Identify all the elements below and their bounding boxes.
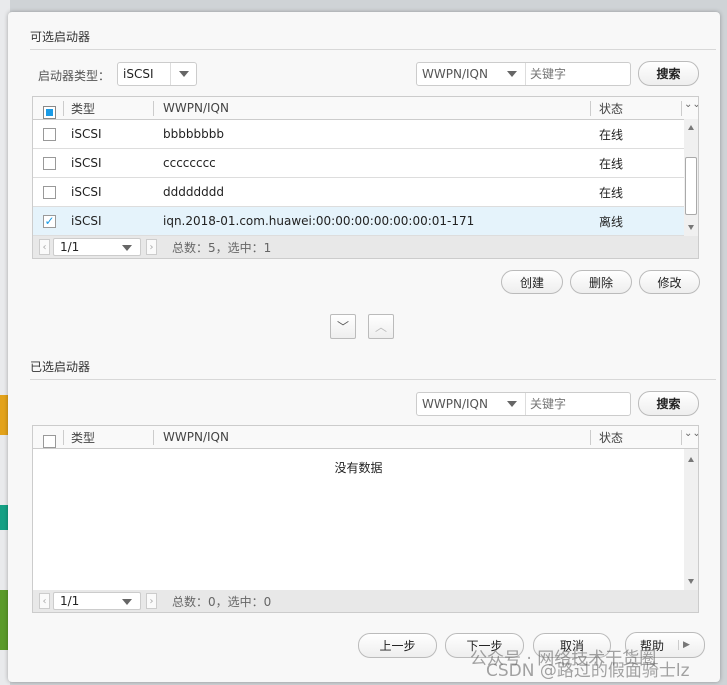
row-checkbox[interactable]: [43, 156, 56, 170]
divider: [30, 49, 716, 50]
vertical-scrollbar[interactable]: [684, 449, 698, 591]
cell-type: iSCSI: [71, 127, 102, 141]
watermark-line2: CSDN @路过的假面骑士lz: [486, 661, 690, 681]
next-page-button[interactable]: ›: [146, 593, 157, 609]
column-header-wwpn[interactable]: WWPN/IQN: [163, 101, 229, 115]
initiator-type-label: 启动器类型：: [38, 69, 111, 83]
table-row[interactable]: iSCSI bbbbbbbb 在线: [33, 120, 698, 149]
column-header-status[interactable]: 状态: [599, 100, 623, 117]
next-page-button[interactable]: ›: [146, 239, 157, 255]
cell-status: 在线: [599, 156, 624, 171]
chevron-up-icon: ︿: [374, 320, 387, 334]
available-search-box[interactable]: WWPN/IQN: [416, 62, 631, 86]
modify-button[interactable]: 修改: [639, 270, 700, 294]
create-button[interactable]: 创建: [501, 270, 563, 294]
available-initiators-table: 类型 WWPN/IQN 状态 ⌄⌄ iSCSI bbbbbbbb 在线 iSCSI c…: [32, 96, 699, 259]
table-row[interactable]: iSCSI cccccccc 在线: [33, 149, 698, 178]
empty-message: 没有数据: [334, 461, 383, 475]
initiator-type-select[interactable]: iSCSI: [117, 62, 197, 86]
prev-page-button[interactable]: ‹: [39, 593, 50, 609]
chevron-down-icon: [507, 401, 517, 407]
select-all-checkbox[interactable]: [43, 434, 56, 448]
page-value: 1/1: [60, 240, 80, 254]
chevron-down-icon: [122, 245, 132, 251]
table-row[interactable]: iSCSI dddddddd 在线: [33, 178, 698, 207]
vertical-scrollbar[interactable]: [684, 119, 698, 236]
scroll-down-icon[interactable]: [688, 225, 694, 230]
delete-button[interactable]: 删除: [570, 270, 632, 294]
page-value: 1/1: [60, 594, 80, 608]
row-checkbox-checked[interactable]: ✓: [43, 214, 56, 228]
selected-search-box[interactable]: WWPN/IQN: [416, 392, 631, 416]
scroll-up-icon[interactable]: [688, 125, 694, 130]
pagination-bar: ‹ 1/1 › 总数：0，选中：0: [33, 590, 698, 612]
chevron-down-icon: [507, 71, 517, 77]
selected-initiators-title: 已选启动器: [30, 360, 91, 374]
cell-status: 离线: [599, 214, 624, 229]
column-header-wwpn[interactable]: WWPN/IQN: [163, 430, 229, 444]
available-initiators-title: 可选启动器: [30, 30, 91, 44]
column-chooser-icon[interactable]: ⌄⌄: [684, 99, 698, 110]
cell-wwpn: bbbbbbbb: [163, 127, 224, 141]
chevron-down-icon: [122, 599, 132, 605]
selected-initiators-table: 类型 WWPN/IQN 状态 ⌄⌄ 没有数据 ‹ 1/1 › 总数：0，选中：0: [32, 425, 699, 613]
initiator-dialog: 可选启动器 启动器类型： iSCSI WWPN/IQN 搜索 类型 WWPN/I…: [8, 12, 720, 682]
cell-type: iSCSI: [71, 214, 102, 228]
row-checkbox[interactable]: [43, 127, 56, 141]
cell-status: 在线: [599, 127, 624, 142]
table-header: 类型 WWPN/IQN 状态 ⌄⌄: [33, 97, 698, 120]
previous-step-button[interactable]: 上一步: [358, 633, 437, 658]
chevron-down-icon: ﹀: [336, 320, 349, 334]
scroll-up-icon: [688, 457, 694, 462]
search-field-value: WWPN/IQN: [422, 397, 488, 411]
initiator-type-value: iSCSI: [118, 63, 171, 85]
cell-wwpn: iqn.2018-01.com.huawei:00:00:00:00:00:00…: [163, 214, 475, 228]
pagination-bar: ‹ 1/1 › 总数：5，选中：1: [33, 236, 698, 258]
pagination-summary: 总数：5，选中：1: [172, 240, 272, 255]
divider: [30, 379, 716, 380]
column-header-type[interactable]: 类型: [71, 429, 95, 446]
cell-wwpn: cccccccc: [163, 156, 216, 170]
scroll-down-icon: [688, 579, 694, 584]
cell-status: 在线: [599, 185, 624, 200]
column-header-status[interactable]: 状态: [599, 429, 623, 446]
search-field-value: WWPN/IQN: [422, 67, 488, 81]
help-menu-arrow-icon: ▶: [678, 640, 690, 650]
pagination-summary: 总数：0，选中：0: [172, 594, 272, 609]
column-chooser-icon[interactable]: ⌄⌄: [684, 428, 698, 439]
available-search-button[interactable]: 搜索: [638, 61, 699, 86]
move-up-button[interactable]: ︿: [368, 314, 394, 339]
selected-search-field-select[interactable]: WWPN/IQN: [417, 393, 526, 415]
selected-keyword-input[interactable]: [530, 397, 630, 411]
available-keyword-input[interactable]: [530, 67, 630, 81]
table-body: iSCSI bbbbbbbb 在线 iSCSI cccccccc 在线 iSCSI ddd…: [33, 119, 698, 236]
move-down-button[interactable]: ﹀: [330, 314, 356, 339]
table-header: 类型 WWPN/IQN 状态 ⌄⌄: [33, 426, 698, 449]
chevron-down-icon: [179, 71, 189, 77]
cell-type: iSCSI: [71, 156, 102, 170]
table-row-selected[interactable]: ✓ iSCSI iqn.2018-01.com.huawei:00:00:00:00…: [33, 207, 698, 236]
row-checkbox[interactable]: [43, 185, 56, 199]
available-search-field-select[interactable]: WWPN/IQN: [417, 63, 526, 85]
select-all-checkbox[interactable]: [43, 105, 56, 119]
prev-page-button[interactable]: ‹: [39, 239, 50, 255]
cell-wwpn: dddddddd: [163, 185, 224, 199]
cell-type: iSCSI: [71, 185, 102, 199]
page-select[interactable]: 1/1: [53, 592, 141, 610]
scroll-thumb[interactable]: [685, 157, 697, 215]
column-header-type[interactable]: 类型: [71, 100, 95, 117]
page-select[interactable]: 1/1: [53, 238, 141, 256]
selected-search-button[interactable]: 搜索: [638, 391, 699, 416]
